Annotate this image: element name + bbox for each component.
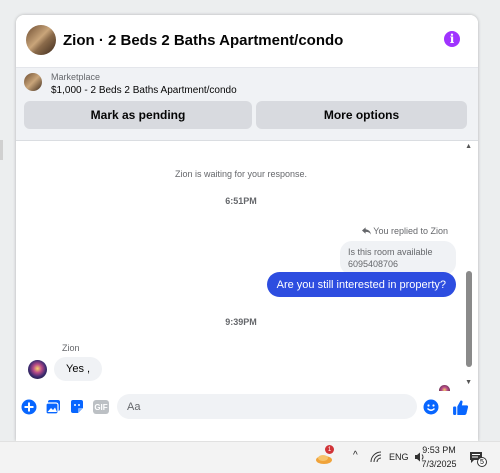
reply-arrow-icon (361, 227, 371, 235)
gif-icon[interactable]: GIF (93, 400, 109, 414)
info-icon-glyph: i (449, 32, 455, 46)
info-icon[interactable]: i (444, 31, 460, 47)
mark-pending-button[interactable]: Mark as pending (24, 101, 252, 129)
waiting-notice: Zion is waiting for your response. (174, 169, 308, 179)
outgoing-message[interactable]: Are you still interested in property? (266, 272, 456, 297)
thumbs-up-icon[interactable] (452, 399, 469, 416)
incoming-message[interactable]: Yes , (54, 357, 103, 381)
scrollbar-thumb[interactable] (466, 271, 472, 367)
language-indicator[interactable]: ENG (389, 452, 409, 462)
weather-badge: 1 (325, 445, 334, 454)
scroll-down-icon[interactable]: ▼ (465, 379, 472, 386)
reply-indicator: You replied to Zion (361, 226, 448, 236)
chevron-up-icon[interactable]: ^ (353, 450, 358, 461)
notifications-icon[interactable]: 5 (470, 450, 487, 467)
chat-header: Zion · 2 Beds 2 Baths Apartment/condo i (16, 15, 478, 68)
sender-name: Zion (62, 343, 80, 353)
message-list[interactable]: Zion is waiting for your response. 6:51P… (16, 141, 478, 396)
chat-title[interactable]: Zion · 2 Beds 2 Baths Apartment/condo (63, 32, 343, 49)
message-composer: GIF (16, 391, 478, 441)
listing-title[interactable]: $1,000 - 2 Beds 2 Baths Apartment/condo (51, 85, 237, 96)
sender-avatar[interactable] (28, 360, 47, 379)
sticker-icon[interactable] (69, 399, 85, 415)
emoji-icon[interactable] (423, 399, 439, 415)
timestamp: 9:39PM (225, 317, 257, 327)
clock-date[interactable]: 7/3/2025 (419, 459, 459, 469)
listing-avatar[interactable] (26, 25, 56, 55)
windows-taskbar: 1 ^ ENG 9:53 PM 7/3/2025 5 (0, 441, 500, 473)
notification-count: 5 (477, 457, 487, 467)
timestamp: 6:51PM (225, 196, 257, 206)
background-window-edge (0, 140, 3, 160)
chat-window: Zion · 2 Beds 2 Baths Apartment/condo i … (16, 15, 478, 441)
marketplace-banner: Marketplace $1,000 - 2 Beds 2 Baths Apar… (16, 68, 478, 141)
clock-time[interactable]: 9:53 PM (419, 445, 459, 455)
photo-icon[interactable] (45, 399, 61, 415)
wifi-icon[interactable] (370, 451, 382, 463)
marketplace-label: Marketplace (51, 72, 101, 82)
listing-thumbnail[interactable] (24, 73, 42, 91)
replied-label: You replied to Zion (373, 226, 448, 236)
weather-icon[interactable]: 1 (315, 445, 334, 464)
scroll-up-icon[interactable]: ▲ (465, 143, 472, 150)
quoted-message[interactable]: Is this room available 6095408706 (340, 241, 456, 275)
more-options-button[interactable]: More options (256, 101, 467, 129)
plus-icon[interactable] (21, 399, 37, 415)
message-input[interactable] (117, 394, 417, 419)
